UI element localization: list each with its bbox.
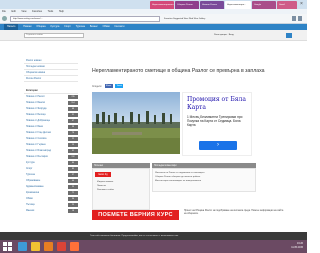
ad-cta-button[interactable]: › — [199, 141, 237, 150]
search-icon[interactable] — [286, 33, 292, 38]
sidebar-category-label: Новини от Благоевград — [26, 150, 51, 152]
browser-nav-bar: http://www.razlog.com/news/... Favorites… — [0, 14, 307, 24]
browser-tab[interactable]: Google — [252, 1, 276, 9]
count-badge: 64 — [68, 161, 78, 165]
sidebar-category-label: Спорт — [26, 168, 33, 170]
browser-tab[interactable]: Новини Разлог — [200, 1, 224, 9]
share-bar: Сподели: Share Tweet — [92, 84, 172, 90]
menu-help[interactable]: Help — [59, 10, 64, 13]
sidebar-category-label: Мнения — [26, 210, 35, 212]
close-icon[interactable]: × — [300, 1, 303, 8]
folder-icon[interactable] — [31, 242, 40, 251]
sidebar-category-label: Здравеопазване — [26, 186, 44, 188]
windows-taskbar: 16:26 11.05.2015 — [0, 240, 307, 253]
sidebar-category-label: Култура — [26, 162, 35, 164]
sidebar-category-label: Новини от Якоруда — [26, 108, 47, 110]
sidebar-category-label: Новини от Сатовча — [26, 138, 47, 140]
chevron-right-icon: › — [217, 142, 219, 148]
twitter-share-button[interactable]: Tweet — [115, 84, 124, 89]
sidebar-category-label: Пътища — [26, 204, 35, 206]
ad-block[interactable]: Промоция от Бяла Карта 1 Месец Безлимитн… — [182, 92, 252, 156]
count-badge: 91 — [68, 149, 78, 153]
landscape-photo-icon — [92, 92, 180, 154]
menu-file[interactable]: File — [2, 10, 6, 13]
sidebar-category-label: Туризъм — [26, 174, 35, 176]
sidebar-category-label: Новини от Разлог — [26, 96, 45, 98]
count-badge: 114 — [68, 101, 78, 105]
browser-tab[interactable]: Нерегламентираното сметище — [150, 1, 174, 9]
sidebar-category-label: Образование — [26, 180, 41, 182]
favorites-bar[interactable]: Favorites Suggested Sites Web Slice Gall… — [164, 16, 205, 22]
panel-right: Жителите на Разлог са недоволни от смети… — [152, 168, 256, 192]
panel-link[interactable]: Реклама в сайта — [95, 188, 145, 192]
count-badge: 57 — [68, 173, 78, 177]
count-badge: 18 — [68, 209, 78, 213]
media-player-icon[interactable] — [44, 242, 53, 251]
back-icon[interactable] — [2, 16, 7, 21]
count-badge: 47 — [68, 119, 78, 123]
emis-logo[interactable]: Емис.bg — [95, 172, 111, 177]
menu-edit[interactable]: Edit — [12, 10, 16, 13]
login-links[interactable]: Регистрация · Вход — [214, 33, 284, 38]
ad-text: 1 Месец Безлимитни Тренировки при Покупк… — [187, 115, 243, 127]
banner-description: Проект на Община Разлог за подобряване н… — [184, 210, 284, 216]
menu-view[interactable]: View — [21, 10, 26, 13]
sidebar-category-item[interactable]: Мнения 18 — [24, 208, 78, 214]
count-badge: 68 — [68, 107, 78, 111]
sidebar-category-label: Обяви — [26, 198, 33, 200]
article-title: Нерегламентираното сметище в община Разл… — [92, 68, 265, 74]
count-badge: 51 — [68, 113, 78, 117]
browser-tab-bar: Нерегламентираното сметище Община Разлог… — [0, 0, 307, 9]
count-badge: 25 — [68, 203, 78, 207]
clock-date: 11.05.2015 — [291, 246, 303, 249]
count-badge: 71 — [68, 191, 78, 195]
count-badge: 235 — [68, 95, 78, 99]
sidebar-category-label: Новини от България — [26, 156, 48, 158]
count-badge: 76 — [68, 131, 78, 135]
count-badge: 22 — [68, 137, 78, 141]
sidebar-category-label: Новини от Белица — [26, 114, 46, 116]
article-photo — [92, 92, 180, 154]
internet-explorer-icon[interactable] — [18, 242, 27, 251]
chrome-icon[interactable] — [57, 242, 66, 251]
sidebar-category-label: Новини от Гърмен — [26, 144, 46, 146]
panel-left: Емис.bg Изпрати новина Пиши ни Реклама в… — [92, 168, 150, 210]
count-badge: 44 — [68, 179, 78, 183]
count-badge: 36 — [68, 197, 78, 201]
system-clock[interactable]: 16:26 11.05.2015 — [281, 242, 303, 250]
site-sub-bar: Търсене в сайта Регистрация · Вход — [0, 30, 307, 41]
home-icon[interactable] — [292, 16, 296, 21]
menu-favorites[interactable]: Favorites — [32, 10, 42, 13]
count-badge: 29 — [68, 185, 78, 189]
cookie-notice[interactable]: Този сайт използва бисквитки. Продължава… — [0, 232, 307, 240]
sidebar-category-label: Криминални — [26, 192, 40, 194]
comment-item[interactable]: Местни хора сигнализират за замърсяванет… — [153, 179, 255, 183]
firefox-icon[interactable] — [70, 242, 79, 251]
share-label: Сподели: — [92, 86, 102, 88]
sidebar-category-label: Новини от Банско — [26, 102, 46, 104]
promo-banner[interactable]: ПОЕМЕТЕ ВЕРНИЯ КУРС — [92, 210, 179, 220]
browser-tab[interactable]: Gmail — [277, 1, 297, 9]
count-badge: 19 — [68, 143, 78, 147]
facebook-share-button[interactable]: Share — [104, 84, 113, 89]
search-input[interactable]: Търсене в сайта — [24, 33, 84, 38]
sidebar-category-label: Новини от Гоце Делчев — [26, 132, 51, 134]
count-badge: 83 — [68, 167, 78, 171]
sidebar: Разлог новини Последни новини Общински н… — [24, 58, 78, 248]
count-badge: 38 — [68, 125, 78, 129]
browser-tab-active[interactable]: Нерегламентира... — [225, 1, 251, 9]
address-bar[interactable]: http://www.razlog.com/news/... — [10, 16, 160, 22]
sidebar-category-label: Новини от Баня — [26, 126, 43, 128]
menu-tools[interactable]: Tools — [48, 10, 54, 13]
ad-title[interactable]: Промоция от Бяла Карта — [187, 96, 251, 112]
gear-icon[interactable] — [298, 16, 302, 21]
count-badge: 312 — [68, 155, 78, 159]
windows-start-icon[interactable] — [3, 242, 12, 251]
browser-tab[interactable]: Община Разлог — [175, 1, 199, 9]
sidebar-category-label: Новини от Добринище — [26, 120, 50, 122]
